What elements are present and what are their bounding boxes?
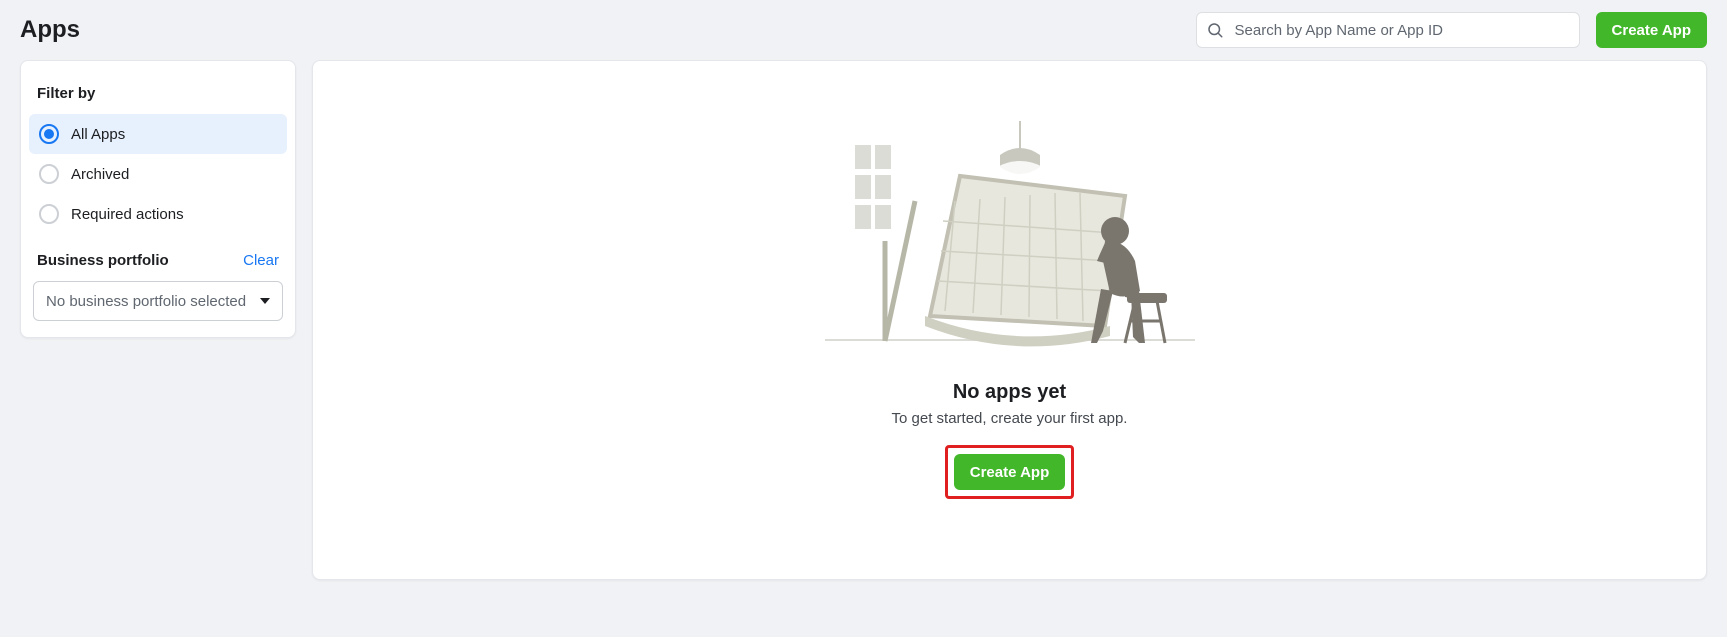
filter-option-label: Required actions	[71, 206, 184, 223]
empty-state-subtitle: To get started, create your first app.	[892, 410, 1128, 427]
portfolio-title: Business portfolio	[37, 252, 169, 269]
highlight-frame: Create App	[945, 445, 1074, 499]
radio-icon	[39, 164, 59, 184]
radio-icon	[39, 204, 59, 224]
empty-state-title: No apps yet	[953, 381, 1066, 404]
chevron-down-icon	[260, 298, 270, 304]
body-row: Filter by All Apps Archived Required act…	[0, 60, 1727, 580]
create-app-button-header[interactable]: Create App	[1596, 12, 1707, 48]
clear-link[interactable]: Clear	[243, 252, 279, 269]
empty-state-illustration	[825, 121, 1195, 351]
filter-option-archived[interactable]: Archived	[29, 154, 287, 194]
radio-icon	[39, 124, 59, 144]
portfolio-select-value: No business portfolio selected	[46, 293, 246, 310]
filter-option-required-actions[interactable]: Required actions	[29, 194, 287, 234]
search-wrap	[1196, 12, 1580, 48]
portfolio-select[interactable]: No business portfolio selected	[33, 281, 283, 321]
header: Apps Create App	[0, 0, 1727, 60]
create-app-button-empty[interactable]: Create App	[954, 454, 1065, 490]
filter-option-label: All Apps	[71, 126, 125, 143]
page-title: Apps	[20, 16, 80, 44]
filter-option-all-apps[interactable]: All Apps	[29, 114, 287, 154]
portfolio-header: Business portfolio Clear	[29, 234, 287, 277]
sidebar: Filter by All Apps Archived Required act…	[20, 60, 296, 338]
main-panel: No apps yet To get started, create your …	[312, 60, 1707, 580]
search-input[interactable]	[1196, 12, 1580, 48]
filter-by-title: Filter by	[29, 77, 287, 114]
filter-option-label: Archived	[71, 166, 129, 183]
